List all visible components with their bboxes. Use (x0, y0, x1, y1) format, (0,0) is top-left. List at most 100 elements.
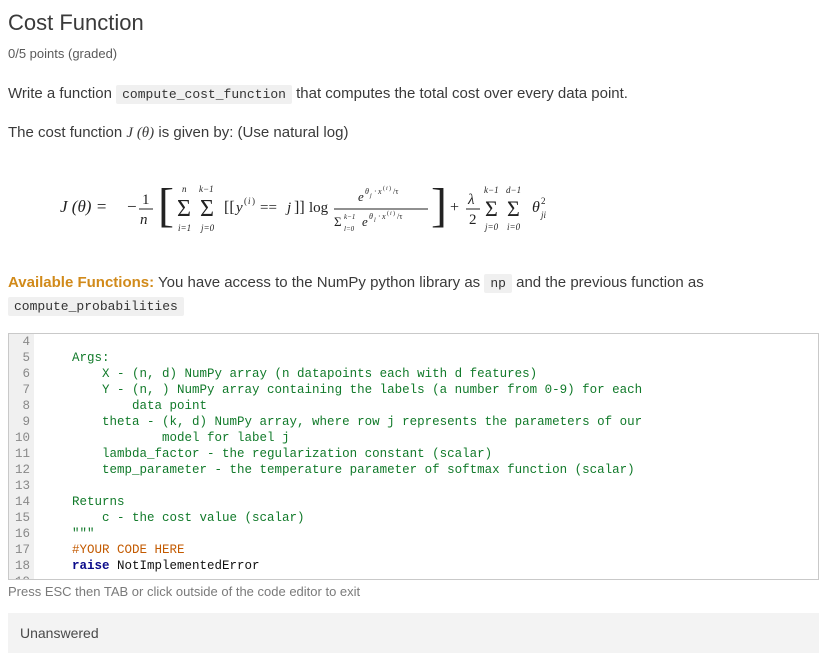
code-body[interactable]: Args: X - (n, d) NumPy array (n datapoin… (34, 334, 818, 579)
svg-text:[[: [[ (224, 199, 235, 216)
line-number: 8 (15, 398, 30, 414)
svg-text:e: e (362, 214, 368, 229)
svg-text:): ) (393, 210, 395, 217)
code-line[interactable]: Returns (42, 494, 818, 510)
svg-text:j=0: j=0 (200, 223, 215, 233)
code-line[interactable]: lambda_factor - the regularization const… (42, 446, 818, 462)
svg-text:−: − (127, 197, 137, 216)
svg-text:·: · (374, 187, 377, 196)
svg-text:/τ: /τ (393, 187, 399, 196)
svg-text:j: j (369, 193, 372, 199)
code-line[interactable]: """ (42, 526, 818, 542)
code-line[interactable]: Y - (n, ) NumPy array containing the lab… (42, 382, 818, 398)
svg-text:ji: ji (540, 210, 547, 220)
svg-text:log: log (309, 200, 329, 216)
svg-text:2: 2 (469, 212, 477, 228)
code-line[interactable]: theta - (k, d) NumPy array, where row j … (42, 414, 818, 430)
line-number: 9 (15, 414, 30, 430)
svg-text:]: ] (431, 179, 447, 232)
svg-text:λ: λ (467, 192, 475, 208)
cost-prefix: The cost function (8, 124, 126, 141)
line-number: 13 (15, 478, 30, 494)
svg-text:Σ: Σ (200, 196, 214, 222)
code-line[interactable]: c - the cost value (scalar) (42, 510, 818, 526)
available-functions-line: Available Functions: You have access to … (8, 272, 819, 317)
line-number: 19 (15, 574, 30, 579)
np-code: np (484, 274, 512, 293)
cost-function-line: The cost function J (θ) is given by: (Us… (8, 122, 819, 145)
points-graded: 0/5 points (graded) (8, 46, 819, 61)
line-number: 12 (15, 462, 30, 478)
svg-text:Σ: Σ (507, 196, 520, 221)
svg-text:+: + (450, 199, 459, 216)
svg-text:y: y (234, 200, 243, 216)
svg-text:Σ: Σ (485, 196, 498, 221)
line-number: 16 (15, 526, 30, 542)
svg-text:): ) (252, 196, 255, 206)
code-line[interactable]: Args: (42, 350, 818, 366)
svg-text:l: l (374, 218, 376, 224)
svg-text:(: ( (383, 185, 385, 192)
prompt-suffix: that computes the total cost over every … (292, 85, 628, 102)
svg-text:x: x (377, 187, 382, 196)
svg-text:i=0: i=0 (507, 222, 521, 232)
line-number: 10 (15, 430, 30, 446)
cost-formula: J (θ) = − 1 n [ Σ i=1 n Σ j=0 k−1 [[ y (… (60, 174, 819, 242)
svg-text:[: [ (158, 179, 174, 232)
line-number: 15 (15, 510, 30, 526)
svg-text:θ: θ (365, 187, 369, 196)
svg-text:Σ: Σ (177, 196, 191, 222)
svg-text:θ: θ (532, 199, 540, 216)
answer-status: Unanswered (8, 613, 819, 653)
code-line[interactable]: raise NotImplementedError (42, 558, 818, 574)
prompt-prefix: Write a function (8, 85, 116, 102)
line-number: 7 (15, 382, 30, 398)
svg-text:x: x (381, 212, 386, 221)
editor-exit-hint: Press ESC then TAB or click outside of t… (8, 584, 819, 599)
svg-text:i: i (248, 196, 251, 206)
code-line[interactable]: data point (42, 398, 818, 414)
avail-mid: and the previous function as (512, 274, 704, 291)
svg-text:i: i (390, 211, 392, 217)
svg-text:(: ( (244, 196, 247, 206)
code-line[interactable] (42, 574, 818, 579)
svg-text:j=0: j=0 (484, 222, 499, 232)
svg-text:n: n (182, 184, 187, 194)
compute-probabilities-code: compute_probabilities (8, 297, 184, 316)
svg-text:1: 1 (142, 192, 150, 208)
jtheta-symbol: J (θ) (126, 125, 154, 141)
svg-text:k−1: k−1 (199, 184, 214, 194)
svg-text:i: i (386, 186, 388, 192)
svg-text:l=0: l=0 (344, 225, 355, 233)
function-name-code: compute_cost_function (116, 85, 292, 104)
code-line[interactable]: X - (n, d) NumPy array (n datapoints eac… (42, 366, 818, 382)
code-line[interactable]: #YOUR CODE HERE (42, 542, 818, 558)
page-title: Cost Function (8, 10, 819, 36)
svg-text:/τ: /τ (397, 212, 403, 221)
code-editor[interactable]: 45678910111213141516171819 Args: X - (n,… (8, 333, 819, 580)
editor-scroll-area[interactable]: 45678910111213141516171819 Args: X - (n,… (9, 334, 818, 579)
available-functions-label: Available Functions: (8, 274, 154, 291)
code-line[interactable] (42, 478, 818, 494)
svg-text:k−1: k−1 (344, 213, 355, 221)
code-line[interactable] (42, 334, 818, 350)
line-number: 5 (15, 350, 30, 366)
svg-text:): ) (389, 185, 391, 192)
svg-text:·: · (378, 212, 381, 221)
line-number-gutter: 45678910111213141516171819 (9, 334, 34, 579)
cost-suffix: is given by: (Use natural log) (154, 124, 348, 141)
svg-text:J (θ) =: J (θ) = (60, 197, 107, 216)
svg-text:θ: θ (369, 212, 373, 221)
svg-text:Σ: Σ (334, 214, 342, 229)
line-number: 18 (15, 558, 30, 574)
code-line[interactable]: temp_parameter - the temperature paramet… (42, 462, 818, 478)
code-line[interactable]: model for label j (42, 430, 818, 446)
svg-text:2: 2 (541, 196, 546, 206)
svg-text:n: n (140, 212, 148, 228)
svg-text:e: e (358, 189, 364, 204)
svg-text:==: == (260, 200, 277, 216)
line-number: 17 (15, 542, 30, 558)
svg-text:(: ( (387, 210, 389, 217)
svg-text:]]: ]] (294, 199, 305, 216)
svg-text:i=1: i=1 (178, 223, 191, 233)
